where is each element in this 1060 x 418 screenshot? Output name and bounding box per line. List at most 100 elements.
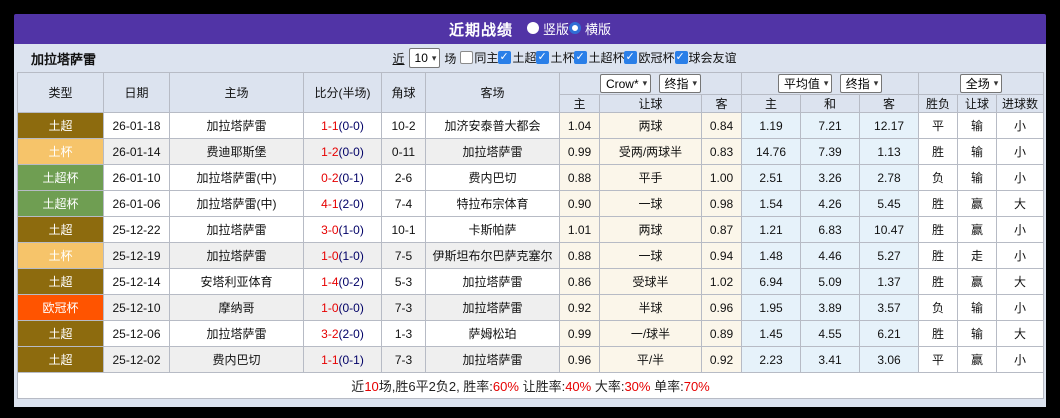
score-cell[interactable]: 3-0(1-0)	[303, 216, 382, 243]
average-odds-time-value: 终指	[845, 77, 870, 91]
radio-icon	[526, 22, 539, 35]
filters: 近 10 ▾ 场 ✓同主✓土超✓土杯✓土超杯✓欧冠杯✓球会友谊	[96, 48, 1033, 68]
corner-cell: 1-3	[381, 320, 426, 347]
ah-away-odds-cell: 0.87	[700, 216, 743, 243]
corner-cell: 7-4	[381, 190, 426, 217]
subcol-ah-home: 主	[559, 94, 600, 113]
radio-label: 竖版	[542, 21, 569, 37]
score-cell[interactable]: 4-1(2-0)	[303, 190, 382, 217]
ah-line-cell: 受球半	[599, 268, 702, 295]
away-team-cell[interactable]: 加拉塔萨雷	[425, 138, 560, 165]
match-count-select[interactable]: 10 ▾	[408, 48, 441, 68]
match-result-cell: 负	[918, 164, 959, 191]
away-team-cell[interactable]: 加济安泰普大都会	[425, 112, 560, 139]
bookmaker-select[interactable]: Crow* ▾	[599, 74, 652, 94]
match-result-cell: 胜	[918, 242, 959, 269]
filter-checkbox-欧冠杯[interactable]: ✓ 欧冠杯	[624, 49, 675, 66]
eu-home-odds-cell: 1.54	[741, 190, 802, 217]
score-cell[interactable]: 1-0(1-0)	[303, 242, 382, 269]
view-radio-vertical[interactable]: 竖版	[526, 19, 569, 38]
handicap-odds-time-select[interactable]: 终指 ▾	[658, 73, 702, 93]
goals-result-cell: 小	[996, 346, 1045, 373]
home-team-cell[interactable]: 费内巴切	[169, 346, 304, 373]
home-team-cell[interactable]: 加拉塔萨雷	[169, 112, 304, 139]
home-team-cell[interactable]: 加拉塔萨雷(中)	[169, 190, 304, 217]
home-team-cell[interactable]: 加拉塔萨雷	[169, 216, 304, 243]
half-time-score: (0-0)	[338, 118, 364, 133]
filter-checkbox-土超[interactable]: ✓ 土超	[498, 49, 536, 66]
league-type-cell: 土超杯	[17, 190, 104, 217]
checked-checkbox-icon: ✓	[624, 51, 638, 64]
eu-draw-odds-cell: 3.89	[800, 294, 861, 321]
date-cell: 25-12-10	[103, 294, 170, 321]
league-type-cell: 土超杯	[17, 164, 104, 191]
checked-checkbox-icon: ✓	[674, 51, 688, 64]
away-team-cell[interactable]: 加拉塔萨雷	[425, 268, 560, 295]
league-type-cell: 土超	[17, 268, 104, 295]
score-cell[interactable]: 1-2(0-0)	[303, 138, 382, 165]
summary-segment: 让胜率:	[518, 379, 566, 394]
away-team-cell[interactable]: 伊斯坦布尔巴萨克塞尔	[425, 242, 560, 269]
away-team-cell[interactable]: 加拉塔萨雷	[425, 346, 560, 373]
score-cell[interactable]: 1-1(0-0)	[303, 112, 382, 139]
home-team-cell[interactable]: 费迪耶斯堡	[169, 138, 304, 165]
half-time-score: (0-0)	[338, 144, 364, 159]
corner-cell: 7-3	[381, 346, 426, 373]
league-type-cell: 土超	[17, 320, 104, 347]
ah-home-odds-cell: 0.88	[559, 242, 600, 269]
corner-cell: 7-3	[381, 294, 426, 321]
score-cell[interactable]: 1-1(0-1)	[303, 346, 382, 373]
eu-away-odds-cell: 6.21	[859, 320, 920, 347]
subcol-eu-away: 客	[859, 94, 920, 113]
away-team-cell[interactable]: 萨姆松珀	[425, 320, 560, 347]
goals-result-cell: 大	[996, 320, 1045, 347]
average-header-group: 平均值 ▾ 终指 ▾	[741, 72, 920, 95]
summary-segment: 60%	[492, 379, 519, 394]
match-count-value: 10	[414, 51, 428, 65]
period-select[interactable]: 全场 ▾	[959, 74, 1003, 93]
checked-checkbox-icon: ✓	[498, 51, 512, 64]
score-cell[interactable]: 1-0(0-0)	[303, 294, 382, 321]
filter-checkbox-土杯[interactable]: ✓ 土杯	[536, 49, 574, 66]
home-team-cell[interactable]: 加拉塔萨雷(中)	[169, 164, 304, 191]
ah-line-cell: 一/球半	[599, 320, 702, 347]
check-icon: ✓	[625, 51, 635, 63]
away-team-cell[interactable]: 加拉塔萨雷	[425, 294, 560, 321]
ah-away-odds-cell: 0.83	[700, 138, 743, 165]
half-time-score: (1-0)	[338, 222, 364, 237]
table-row: 土杯 25-12-19 加拉塔萨雷 1-0(1-0) 7-5 伊斯坦布尔巴萨克塞尔 0.88…	[17, 242, 1045, 269]
score-cell[interactable]: 3-2(2-0)	[303, 320, 382, 347]
home-team-cell[interactable]: 摩纳哥	[169, 294, 304, 321]
home-team-cell[interactable]: 安塔利亚体育	[169, 268, 304, 295]
eu-home-odds-cell: 1.19	[741, 112, 802, 139]
handicap-result-cell: 输	[957, 138, 998, 165]
league-type-cell: 土杯	[17, 242, 104, 269]
eu-home-odds-cell: 1.48	[741, 242, 802, 269]
results-table: 类型 日期 主场 比分(半场) 角球 客场 Crow* ▾ 终指 ▾ 平均值 ▾…	[16, 72, 1045, 399]
goals-result-cell: 小	[996, 216, 1045, 243]
filter-checkbox-label: 球会友谊	[688, 51, 737, 65]
average-select[interactable]: 平均值 ▾	[777, 74, 833, 93]
eu-draw-odds-cell: 4.46	[800, 242, 861, 269]
league-filter-checkboxes: ✓同主✓土超✓土杯✓土超杯✓欧冠杯✓球会友谊	[460, 49, 737, 67]
score-cell[interactable]: 0-2(0-1)	[303, 164, 382, 191]
view-radio-horizontal[interactable]: 横版	[569, 19, 611, 38]
average-odds-time-select[interactable]: 终指 ▾	[839, 74, 883, 93]
home-team-cell[interactable]: 加拉塔萨雷	[169, 242, 304, 269]
subcol-eu-home: 主	[741, 94, 802, 113]
full-time-score: 1-2	[321, 144, 339, 159]
score-cell[interactable]: 1-4(0-2)	[303, 268, 382, 295]
away-team-cell[interactable]: 特拉布宗体育	[425, 190, 560, 217]
away-team-cell[interactable]: 费内巴切	[425, 164, 560, 191]
filter-checkbox-土超杯[interactable]: ✓ 土超杯	[574, 49, 624, 66]
home-team-cell[interactable]: 加拉塔萨雷	[169, 320, 304, 347]
subcol-goals: 进球数	[996, 94, 1045, 113]
subcol-result: 胜负	[918, 94, 959, 113]
handicap-result-cell: 输	[957, 294, 998, 321]
filter-checkbox-球会友谊[interactable]: ✓ 球会友谊	[674, 49, 737, 66]
away-team-cell[interactable]: 卡斯帕萨	[425, 216, 560, 243]
filter-checkbox-同主[interactable]: ✓同主	[460, 49, 498, 66]
league-type-cell: 土超	[17, 216, 104, 243]
eu-draw-odds-cell: 7.39	[800, 138, 861, 165]
eu-home-odds-cell: 6.94	[741, 268, 802, 295]
